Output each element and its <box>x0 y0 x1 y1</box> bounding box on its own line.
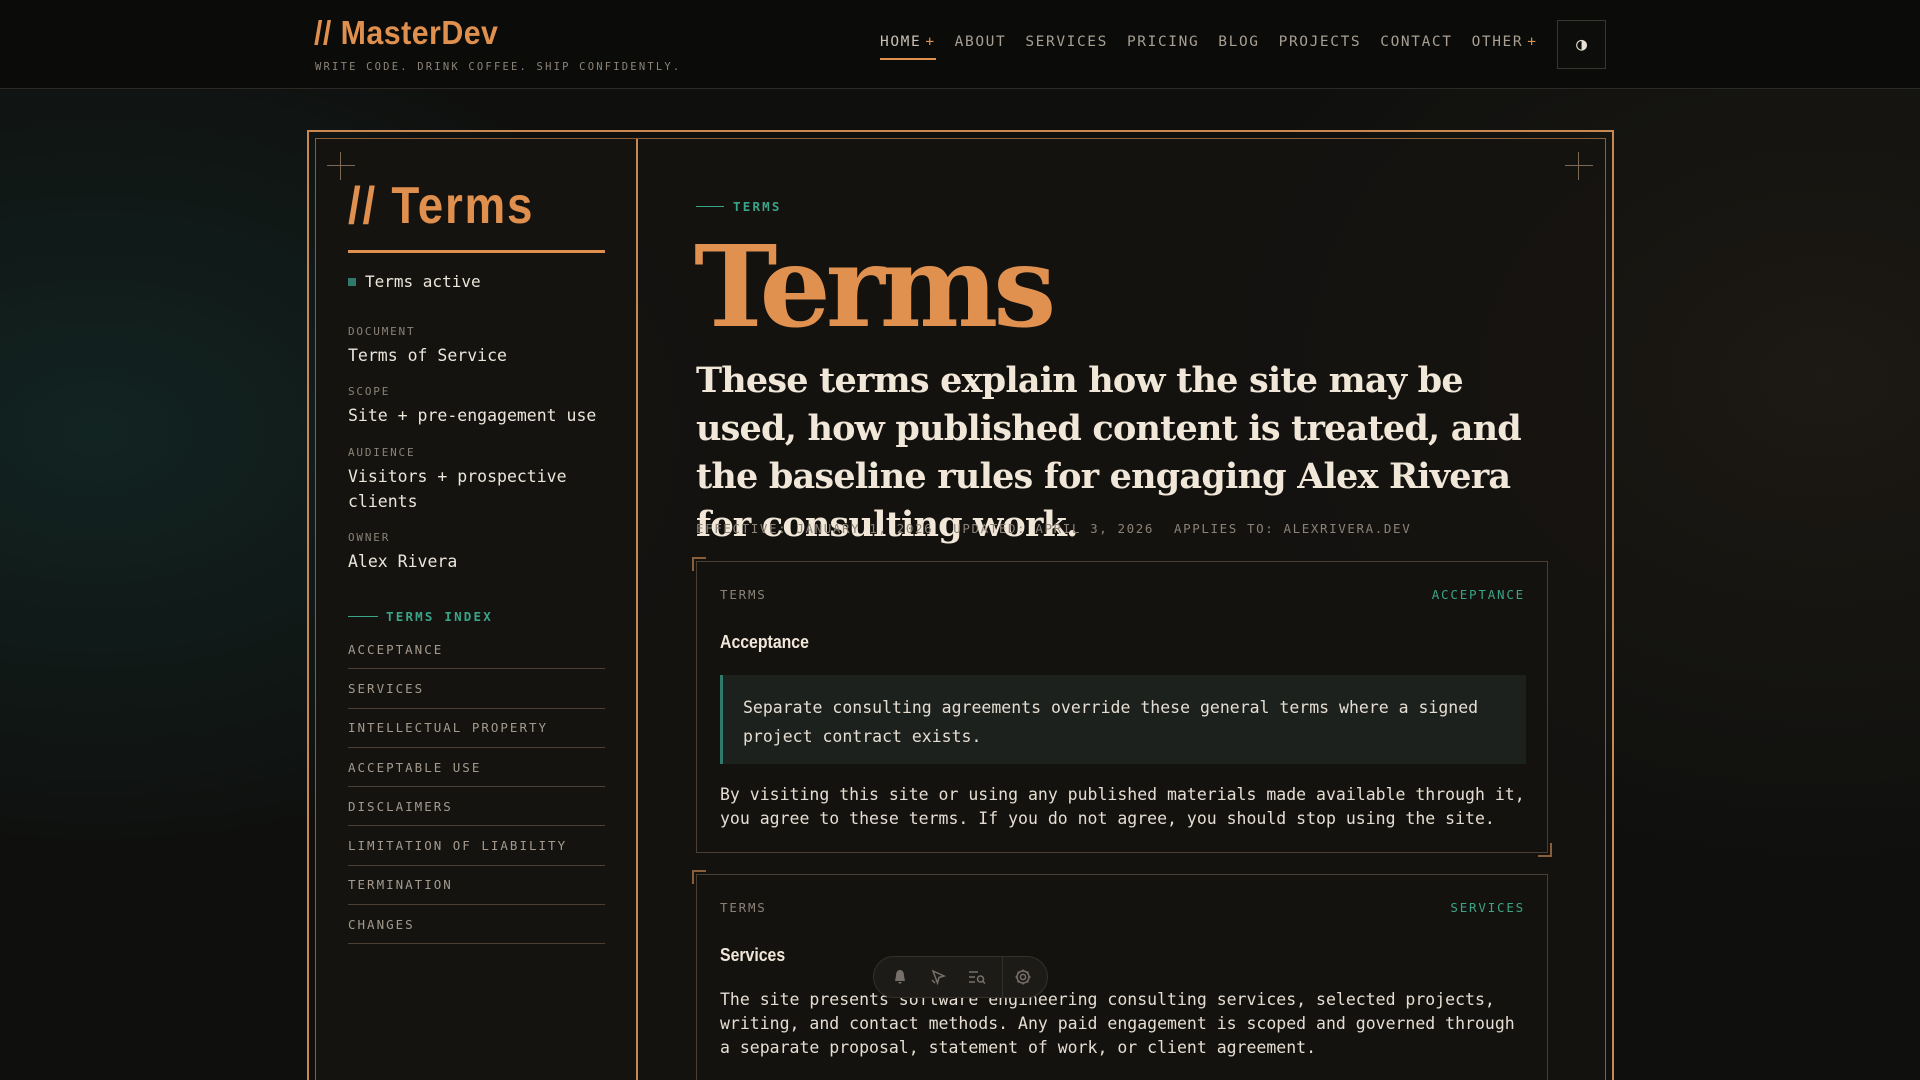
site-logo[interactable]: // MasterDev <box>314 14 498 52</box>
site-header: // MasterDev WRITE CODE. DRINK COFFEE. S… <box>0 0 1920 89</box>
theme-toggle-button[interactable]: ◑ <box>1557 20 1606 69</box>
status-text: Terms active <box>365 272 481 291</box>
status-indicator: Terms active <box>348 272 481 291</box>
card-body: The site presents software engineering c… <box>720 990 1515 1057</box>
updated-date: UPDATED: APRIL 3, 2026 <box>953 521 1155 536</box>
index-dash <box>348 616 378 617</box>
index-link-acceptance[interactable]: ACCEPTANCE <box>348 630 605 670</box>
nav-blog-label: BLOG <box>1218 34 1260 50</box>
index-link-services[interactable]: SERVICES <box>348 669 605 709</box>
main-nav: HOME + ABOUT SERVICES PRICING BLOG PROJEC… <box>880 34 1557 60</box>
document-meta-line: EFFECTIVE: JANUARY 1, 2026 UPDATED: APRI… <box>696 521 1411 536</box>
meta-label-document: DOCUMENT <box>348 325 416 338</box>
main-eyebrow: TERMS <box>696 199 782 214</box>
nav-projects[interactable]: PROJECTS <box>1279 34 1362 60</box>
meta-label-scope: SCOPE <box>348 385 391 398</box>
index-link-changes[interactable]: CHANGES <box>348 905 605 945</box>
meta-value-owner: Alex Rivera <box>348 552 458 571</box>
terms-index-list: ACCEPTANCE SERVICES INTELLECTUAL PROPERT… <box>348 630 605 945</box>
nav-other-label: OTHER <box>1471 34 1524 50</box>
nav-projects-label: PROJECTS <box>1278 34 1362 50</box>
card-callout: Separate consulting agreements override … <box>720 675 1526 764</box>
terms-index-heading: TERMS INDEX <box>348 609 493 624</box>
nav-pricing-label: PRICING <box>1126 34 1200 50</box>
card-corner <box>1538 843 1552 857</box>
index-link-termination[interactable]: TERMINATION <box>348 866 605 906</box>
meta-value-document: Terms of Service <box>348 346 507 365</box>
search-list-icon[interactable] <box>963 961 992 993</box>
nav-about-label: ABOUT <box>954 34 1007 50</box>
sidebar-title-rule <box>348 250 605 253</box>
card-kicker: TERMS <box>720 900 767 915</box>
card-corner <box>692 557 706 571</box>
main-eyebrow-text: TERMS <box>733 199 782 214</box>
contrast-icon: ◑ <box>1576 34 1587 55</box>
terms-card-services: TERMS SERVICES Services The site present… <box>692 870 1548 1080</box>
card-corner <box>692 870 706 884</box>
index-link-acceptable-use[interactable]: ACCEPTABLE USE <box>348 748 605 788</box>
nav-home-label: HOME <box>880 34 922 50</box>
nav-other[interactable]: OTHER + <box>1472 34 1538 60</box>
meta-label-owner: OWNER <box>348 531 391 544</box>
meta-value-audience: Visitors + prospective clients <box>348 467 567 511</box>
index-link-limitation-of-liability[interactable]: LIMITATION OF LIABILITY <box>348 826 605 866</box>
effective-date: EFFECTIVE: JANUARY 1, 2026 <box>696 521 934 536</box>
nav-home-expand-icon: + <box>925 34 936 50</box>
nav-contact[interactable]: CONTACT <box>1380 34 1452 60</box>
cursor-icon[interactable] <box>925 961 954 993</box>
toolbar-separator <box>1001 957 1003 997</box>
nav-about[interactable]: ABOUT <box>955 34 1007 60</box>
card-kicker: TERMS <box>720 587 767 602</box>
terms-index-heading-text: TERMS INDEX <box>386 609 493 624</box>
bell-icon[interactable] <box>886 961 915 993</box>
terms-card-acceptance: TERMS ACCEPTANCE Acceptance Separate con… <box>692 557 1552 857</box>
nav-pricing[interactable]: PRICING <box>1127 34 1199 60</box>
crosshair-icon <box>1565 152 1593 180</box>
card-body: By visiting this site or using any publi… <box>720 785 1525 828</box>
nav-services[interactable]: SERVICES <box>1025 34 1108 60</box>
site-tagline: WRITE CODE. DRINK COFFEE. SHIP CONFIDENT… <box>315 61 682 73</box>
nav-services-label: SERVICES <box>1025 34 1108 50</box>
card-tag: ACCEPTANCE <box>1431 587 1525 602</box>
meta-value-scope: Site + pre-engagement use <box>348 406 597 425</box>
card-title: Acceptance <box>720 632 809 652</box>
card-title: Services <box>720 945 786 965</box>
gear-icon[interactable] <box>1008 961 1037 993</box>
page-title: Terms <box>694 222 1056 353</box>
eyebrow-dash <box>696 206 724 207</box>
index-link-intellectual-property[interactable]: INTELLECTUAL PROPERTY <box>348 709 605 748</box>
nav-blog[interactable]: BLOG <box>1218 34 1259 60</box>
nav-home[interactable]: HOME + <box>880 34 936 60</box>
index-link-disclaimers[interactable]: DISCLAIMERS <box>348 787 605 827</box>
applies-to: APPLIES TO: ALEXRIVERA.DEV <box>1174 521 1412 536</box>
floating-toolbar <box>873 956 1048 998</box>
status-dot-icon <box>348 277 356 286</box>
nav-contact-label: CONTACT <box>1380 34 1453 50</box>
meta-label-audience: AUDIENCE <box>348 446 416 459</box>
nav-other-expand-icon: + <box>1527 34 1538 50</box>
card-tag: SERVICES <box>1450 900 1525 915</box>
sidebar-title: // Terms <box>348 177 535 235</box>
